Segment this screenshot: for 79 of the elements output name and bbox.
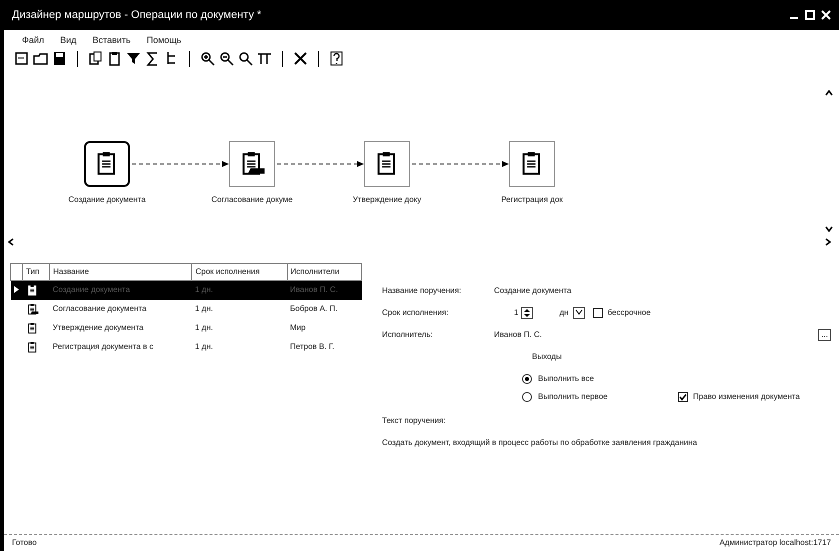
clipboard-icon [26,340,38,354]
zoom-in-icon[interactable] [200,51,215,66]
table-cell: Бобров А. П. [287,300,362,318]
field-label: Название поручения: [382,284,462,296]
help-icon[interactable] [329,51,344,66]
table-cell: Согласование документа [50,300,192,318]
column-header[interactable]: Исполнители [287,263,362,280]
column-header[interactable]: Название [50,263,192,280]
table-cell-text: 1 дн. [194,341,214,353]
node-label: Регистрация док [500,194,564,206]
field-value: Создание документа [494,284,572,296]
status-text: Готово [12,537,37,549]
table-cell: 1 дн. [192,300,288,318]
spin-arrows-icon [522,308,532,318]
table-cell: Создание документа [50,280,192,300]
check-icon [679,393,687,402]
clipboard-icon [26,322,38,334]
node-label: Утверждение доку [352,194,422,206]
field-label: Исполнитель: [382,328,434,340]
save-icon[interactable] [52,51,67,66]
folder-icon[interactable] [33,51,48,66]
clipboard-icon [26,284,38,296]
new-file-icon[interactable] [14,51,29,66]
radio-button[interactable] [522,374,532,384]
table-icon[interactable] [257,51,272,66]
menu-item[interactable]: Файл [22,34,44,48]
task-text: Создать документ, входящий в процесс работы по обработке заявления гражданина [382,436,698,448]
column-header[interactable]: Срок исполнения [192,263,288,280]
scroll-up-icon[interactable] [825,90,833,96]
unit-label: дн [559,306,569,318]
table-cell-text: Мир [289,322,307,334]
checkbox[interactable] [592,308,603,318]
radio-label: Выполнить первое [538,390,609,402]
filter-icon[interactable] [126,51,141,66]
route-node[interactable] [364,140,410,186]
radio-label: Выполнить все [538,372,595,384]
field-label: Срок исполнения: [382,306,450,318]
table-cell-text: 1 дн. [194,322,214,334]
node-label: Создание документа [67,194,147,206]
table-cell-text: Утверждение документа [52,322,144,334]
table-cell-text: Регистрация документа в с [52,341,154,353]
close-icon[interactable] [821,10,831,20]
spin-control[interactable] [521,306,534,318]
delete-icon[interactable] [293,51,308,66]
maximize-icon[interactable] [805,10,815,20]
table-cell: Иванов П. С. [287,280,362,300]
scroll-left-icon[interactable] [8,238,14,246]
column-header[interactable]: Тип [22,263,50,280]
window-title: Дизайнер маршрутов - Операции по документу * [12,8,262,23]
checkbox-label: бессрочное [608,306,651,318]
browse-button[interactable]: ... [818,328,831,340]
checkbox-label: Право изменения документа [693,390,800,402]
menu-item[interactable]: Вставить [92,34,131,48]
row-pointer-icon [14,286,18,294]
field-value: Иванов П. С. [494,328,542,340]
route-node[interactable] [84,140,130,186]
dropdown-button[interactable] [572,306,585,318]
zoom-out-icon[interactable] [219,51,234,66]
node-label: Согласование докуме [210,194,294,206]
checkbox[interactable] [678,392,688,402]
scroll-right-icon[interactable] [825,238,831,246]
caret-icon [574,308,583,316]
scroll-down-icon[interactable] [825,226,833,232]
group-title: Выходы [532,350,562,362]
route-node[interactable] [229,140,275,186]
field-value: 1 [514,306,518,318]
copy-icon[interactable] [88,51,103,66]
route-node[interactable] [509,140,555,186]
menu-item[interactable]: Помощь [146,34,182,48]
zoom-icon[interactable] [238,51,253,66]
status-user-text: Администратор localhost:1717 [719,537,831,549]
table-cell: 1 дн. [192,280,288,300]
sigma-icon[interactable] [145,51,160,66]
document-hand-icon [26,302,38,316]
menu-item[interactable]: Вид [60,34,76,48]
field-label: Текст поручения: [382,414,446,426]
clipboard-icon[interactable] [107,51,122,66]
table-cell-text: Петров В. Г. [289,341,336,353]
radio-button[interactable] [522,392,532,402]
